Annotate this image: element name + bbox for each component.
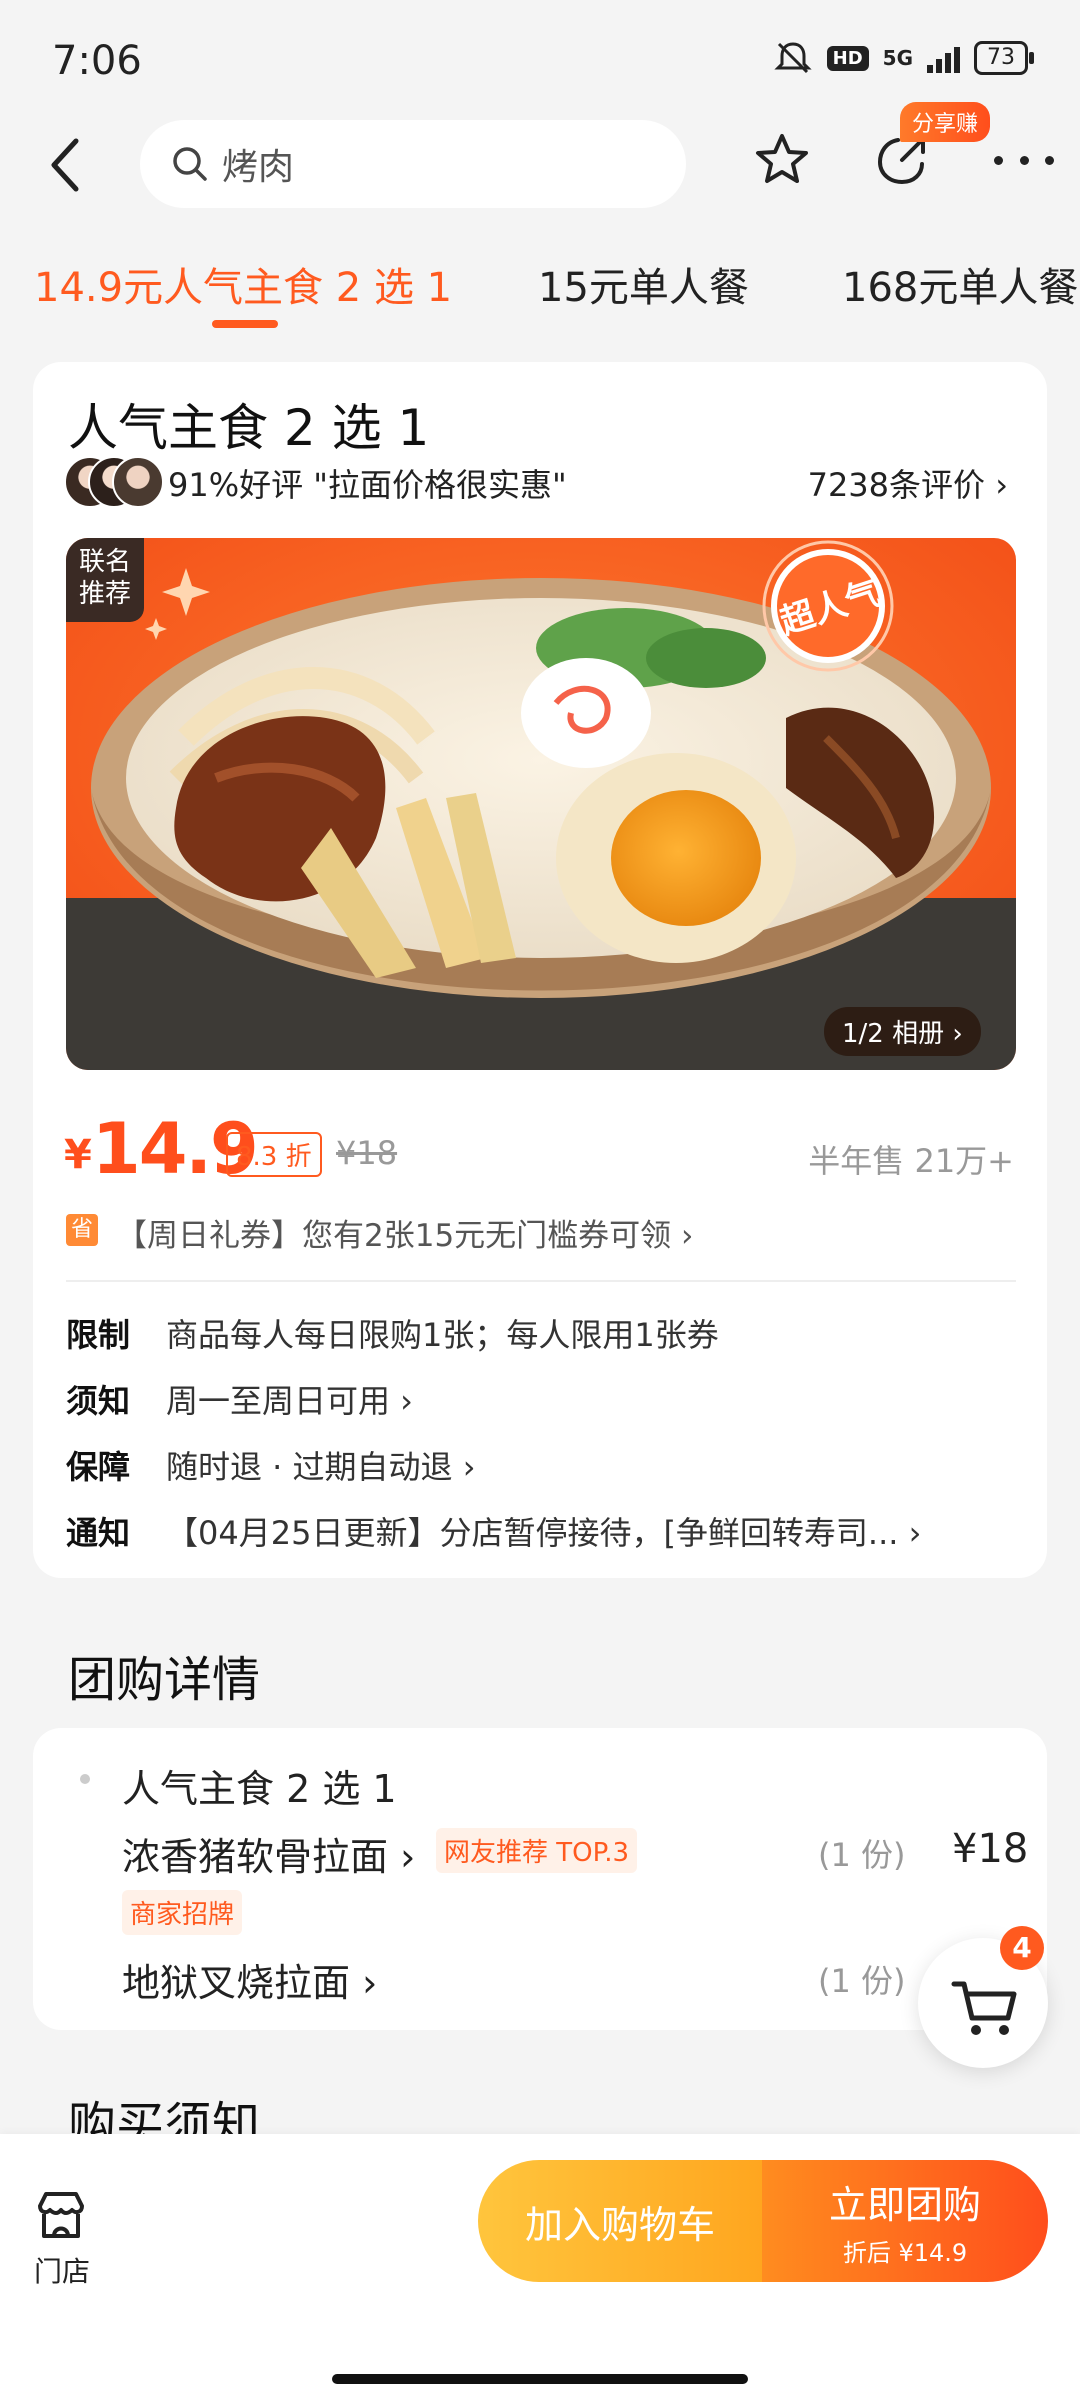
info-label-notice: 须知 bbox=[66, 1382, 131, 1420]
reviewer-avatars bbox=[64, 456, 164, 508]
mute-bell-icon bbox=[774, 42, 812, 74]
tab-active-indicator bbox=[212, 320, 278, 328]
tab-single-meal-168[interactable]: 168元单人餐 bbox=[842, 255, 1078, 313]
search-value: 烤肉 bbox=[222, 147, 295, 188]
buy-now-button[interactable]: 立即团购 折后 ¥14.9 bbox=[762, 2160, 1048, 2282]
signature-tag: 商家招牌 bbox=[122, 1890, 243, 1935]
tab-single-meal-15[interactable]: 15元单人餐 bbox=[538, 255, 749, 313]
bullet-dot bbox=[80, 1774, 90, 1784]
store-label[interactable]: 门店 bbox=[34, 2250, 90, 2290]
group-detail-title: 团购详情 bbox=[68, 1652, 261, 1708]
item-quantity: (1 份) bbox=[818, 1836, 906, 1874]
co-branded-tag-line2: 推荐 bbox=[78, 579, 131, 609]
hd-badge: HD bbox=[826, 45, 869, 71]
store-icon[interactable] bbox=[34, 2188, 88, 2242]
info-label-guarantee: 保障 bbox=[66, 1448, 131, 1486]
item-quantity: (1 份) bbox=[818, 1962, 906, 2000]
sold-count: 半年售 21万+ bbox=[808, 1142, 1014, 1180]
recommend-tag: 网友推荐 TOP.3 bbox=[436, 1828, 638, 1873]
group-detail-subtitle: 人气主食 2 选 1 bbox=[122, 1767, 397, 1811]
more-options-icon[interactable] bbox=[994, 140, 1054, 180]
network-label: 5G bbox=[882, 46, 913, 70]
info-label-limit: 限制 bbox=[66, 1316, 131, 1354]
coupon-icon: 省 bbox=[66, 1214, 98, 1246]
album-indicator[interactable]: 1/2 相册 › bbox=[824, 1007, 981, 1056]
signal-icon bbox=[927, 43, 960, 73]
info-label-announcement: 通知 bbox=[66, 1514, 131, 1552]
status-time: 7:06 bbox=[52, 38, 142, 84]
favorite-star-icon[interactable] bbox=[752, 130, 812, 190]
battery-indicator: 73 bbox=[974, 41, 1034, 75]
info-value-announcement[interactable]: 【04月25日更新】分店暂停接待，[争鲜回转寿司... › bbox=[166, 1508, 921, 1554]
buy-now-label: 立即团购 bbox=[828, 2183, 981, 2227]
co-branded-tag-line1: 联名 bbox=[78, 547, 131, 577]
discount-badge: 8.3 折 bbox=[226, 1132, 322, 1177]
coupon-link[interactable]: 【周日礼券】您有2张15元无门槛券可领 › bbox=[116, 1210, 693, 1255]
info-value-guarantee[interactable]: 随时退 · 过期自动退 › bbox=[166, 1442, 476, 1488]
reviews-link[interactable]: 7238条评价 › bbox=[808, 460, 1008, 506]
co-branded-tag: 联名 推荐 bbox=[66, 538, 144, 622]
rating-summary: 91%好评 "拉面价格很实惠" bbox=[168, 466, 567, 504]
divider bbox=[66, 1280, 1016, 1282]
menu-item-hell-chashu-ramen[interactable]: 地狱叉烧拉面 › bbox=[122, 1952, 377, 2007]
product-title: 人气主食 2 选 1 bbox=[68, 399, 430, 457]
tab-popular-main[interactable]: 14.9元人气主食 2 选 1 bbox=[34, 255, 452, 313]
back-arrow-icon[interactable] bbox=[46, 135, 86, 195]
search-input[interactable]: 烤肉 bbox=[140, 120, 686, 208]
item-price: ¥18 bbox=[952, 1826, 1029, 1872]
price-currency: ¥ bbox=[64, 1132, 92, 1178]
menu-item-pork-cartilage-ramen[interactable]: 浓香猪软骨拉面 › bbox=[122, 1826, 415, 1881]
info-value-limit: 商品每人每日限购1张；每人限用1张券 bbox=[166, 1316, 719, 1354]
avatar bbox=[112, 456, 164, 508]
cart-count-badge: 4 bbox=[1000, 1926, 1044, 1970]
home-indicator[interactable] bbox=[332, 2374, 748, 2384]
status-icons: HD 5G 73 bbox=[773, 40, 1034, 76]
buy-now-price: 折后 ¥14.9 bbox=[842, 2239, 968, 2267]
share-earn-badge[interactable]: 分享赚 bbox=[900, 102, 991, 142]
info-value-notice[interactable]: 周一至周日可用 › bbox=[166, 1376, 413, 1422]
search-icon bbox=[173, 147, 207, 181]
original-price: ¥18 bbox=[336, 1134, 398, 1172]
add-to-cart-button[interactable]: 加入购物车 bbox=[478, 2160, 762, 2282]
